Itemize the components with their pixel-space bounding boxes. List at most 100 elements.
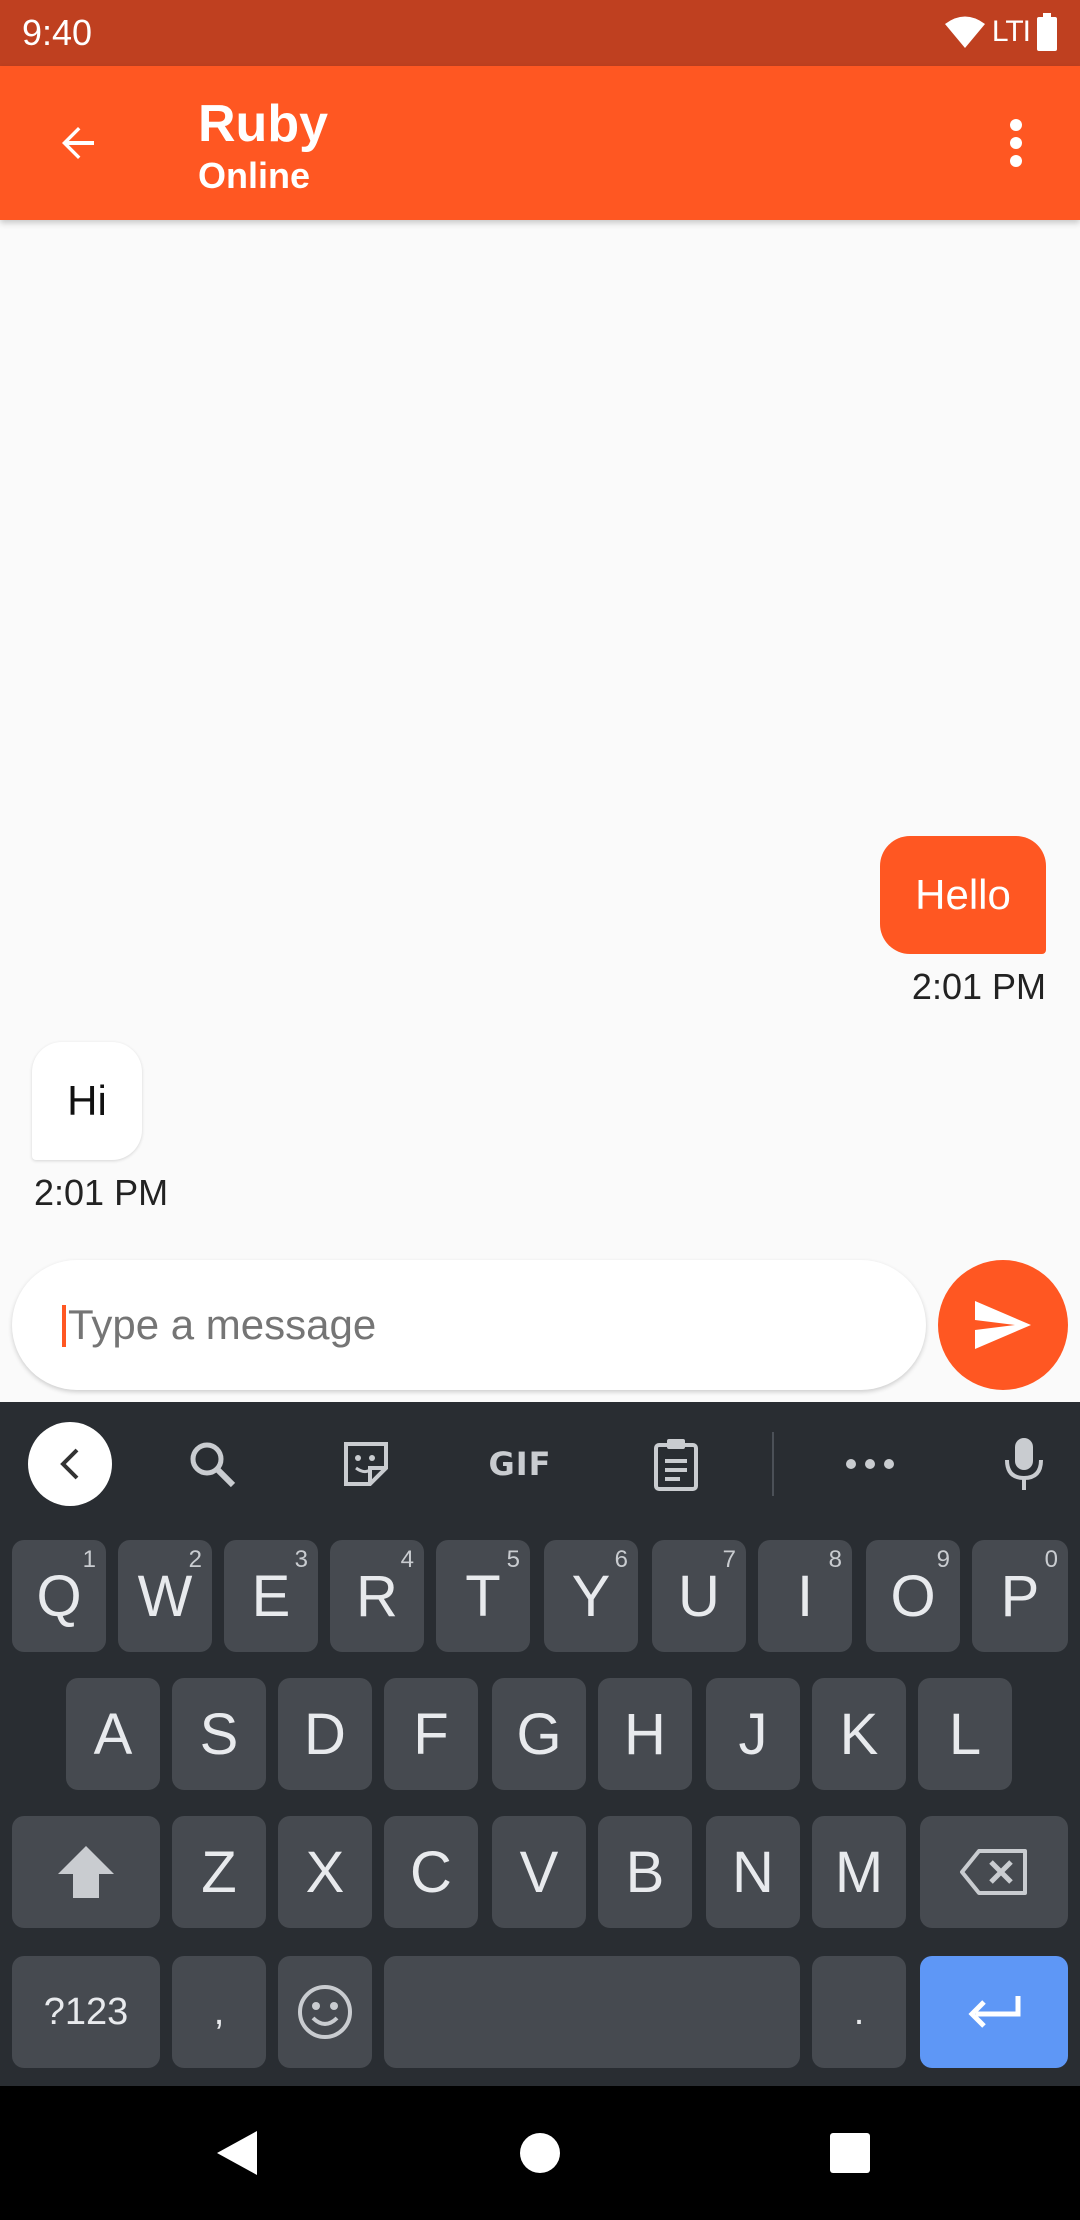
nav-home-button[interactable] <box>503 2116 577 2190</box>
keyboard-clipboard-button[interactable] <box>634 1422 718 1506</box>
key-k[interactable]: K <box>812 1678 906 1790</box>
square-recents-icon <box>830 2133 870 2173</box>
key-y[interactable]: Y6 <box>544 1540 638 1652</box>
battery-icon <box>1037 13 1057 51</box>
key-label: U <box>678 1563 720 1629</box>
circle-home-icon <box>520 2133 560 2173</box>
keyboard-collapse-button[interactable] <box>28 1422 112 1506</box>
key-hint: 6 <box>614 1546 628 1573</box>
key-x[interactable]: X <box>278 1816 372 1928</box>
wifi-icon <box>944 16 985 48</box>
key-hint: 4 <box>400 1546 414 1573</box>
key-label: E <box>251 1563 291 1629</box>
back-button[interactable] <box>38 111 118 175</box>
backspace-key[interactable] <box>920 1816 1068 1928</box>
key-d[interactable]: D <box>278 1678 372 1790</box>
message-time-outgoing: 2:01 PM <box>911 966 1046 1007</box>
key-label: I <box>796 1563 814 1629</box>
key-hint: 0 <box>1044 1546 1058 1573</box>
key-o[interactable]: O9 <box>866 1540 960 1652</box>
status-time: 9:40 <box>22 12 93 53</box>
key-label: R <box>356 1563 398 1629</box>
nav-back-button[interactable] <box>200 2116 274 2190</box>
key-p[interactable]: P0 <box>972 1540 1068 1652</box>
key-i[interactable]: I8 <box>758 1540 852 1652</box>
key-n[interactable]: N <box>706 1816 800 1928</box>
key-a[interactable]: A <box>66 1678 160 1790</box>
key-z[interactable]: Z <box>172 1816 266 1928</box>
key-hint: 2 <box>188 1546 202 1573</box>
more-vert-icon <box>1010 119 1022 167</box>
status-bar: 9:40 LTI <box>0 0 1080 66</box>
keyboard-voice-button[interactable] <box>982 1422 1066 1506</box>
status-icons: LTI <box>944 12 1058 52</box>
send-icon <box>975 1301 1031 1349</box>
key-u[interactable]: U7 <box>652 1540 746 1652</box>
key-hint: 3 <box>294 1546 308 1573</box>
key-w[interactable]: W2 <box>118 1540 212 1652</box>
clipboard-icon <box>654 1439 698 1491</box>
key-g[interactable]: G <box>492 1678 586 1790</box>
key-label: O <box>890 1563 936 1629</box>
message-bubble-incoming[interactable]: Hi <box>32 1042 142 1160</box>
key-h[interactable]: H <box>598 1678 692 1790</box>
key-label: T <box>465 1563 501 1629</box>
send-button[interactable] <box>938 1260 1068 1390</box>
key-j[interactable]: J <box>706 1678 800 1790</box>
soft-keyboard: GIF Q1 W2 E3 R4 T5 Y6 U7 I8 O9 P0 A S D … <box>0 1402 1080 2086</box>
shift-arrow-icon <box>58 1846 114 1898</box>
comma-key[interactable]: , <box>172 1956 266 2068</box>
emoji-key[interactable] <box>278 1956 372 2068</box>
period-key[interactable]: . <box>812 1956 906 2068</box>
chat-area[interactable]: Hello 2:01 PM Hi 2:01 PM <box>0 220 1080 1260</box>
more-horiz-icon <box>846 1459 894 1469</box>
space-key[interactable] <box>384 1956 800 2068</box>
key-l[interactable]: L <box>918 1678 1012 1790</box>
key-label: Q <box>36 1563 82 1629</box>
enter-arrow-icon <box>968 1996 1021 2028</box>
key-b[interactable]: B <box>598 1816 692 1928</box>
keyboard-sticker-button[interactable] <box>324 1422 408 1506</box>
key-label: W <box>137 1563 193 1629</box>
shift-key[interactable] <box>12 1816 160 1928</box>
contact-name: Ruby <box>198 95 328 153</box>
message-input[interactable] <box>68 1290 888 1360</box>
key-hint: 5 <box>506 1546 520 1573</box>
sticker-icon <box>344 1442 388 1486</box>
key-r[interactable]: R4 <box>330 1540 424 1652</box>
keyboard-toolbar: GIF <box>0 1402 1080 1522</box>
key-s[interactable]: S <box>172 1678 266 1790</box>
key-e[interactable]: E3 <box>224 1540 318 1652</box>
key-t[interactable]: T5 <box>436 1540 530 1652</box>
key-f[interactable]: F <box>384 1678 478 1790</box>
key-v[interactable]: V <box>492 1816 586 1928</box>
key-m[interactable]: M <box>812 1816 906 1928</box>
toolbar-divider <box>772 1432 774 1496</box>
symbols-key[interactable]: ?123 <box>12 1956 160 2068</box>
more-options-button[interactable] <box>984 111 1048 175</box>
app-bar: Ruby Online <box>0 66 1080 220</box>
key-hint: 1 <box>82 1546 96 1573</box>
nav-recents-button[interactable] <box>813 2116 887 2190</box>
arrow-back-icon <box>62 127 94 159</box>
key-q[interactable]: Q1 <box>12 1540 106 1652</box>
key-hint: 7 <box>722 1546 736 1573</box>
backspace-icon <box>960 1849 1027 1895</box>
keyboard-more-button[interactable] <box>828 1422 912 1506</box>
contact-status: Online <box>198 155 311 196</box>
text-cursor <box>62 1305 66 1347</box>
keyboard-gif-button[interactable]: GIF <box>478 1422 562 1506</box>
microphone-icon <box>1005 1438 1043 1490</box>
chevron-left-icon <box>60 1448 79 1480</box>
message-composer[interactable] <box>12 1260 926 1390</box>
gif-label: GIF <box>488 1445 552 1483</box>
network-type: LTI <box>991 15 1031 48</box>
contact-header[interactable]: Ruby Online <box>198 92 328 196</box>
enter-key[interactable] <box>920 1956 1068 2068</box>
key-hint: 9 <box>936 1546 950 1573</box>
key-c[interactable]: C <box>384 1816 478 1928</box>
message-bubble-outgoing[interactable]: Hello <box>880 836 1046 954</box>
keyboard-search-button[interactable] <box>170 1422 254 1506</box>
emoji-icon <box>298 1985 352 2039</box>
search-icon <box>190 1442 236 1488</box>
